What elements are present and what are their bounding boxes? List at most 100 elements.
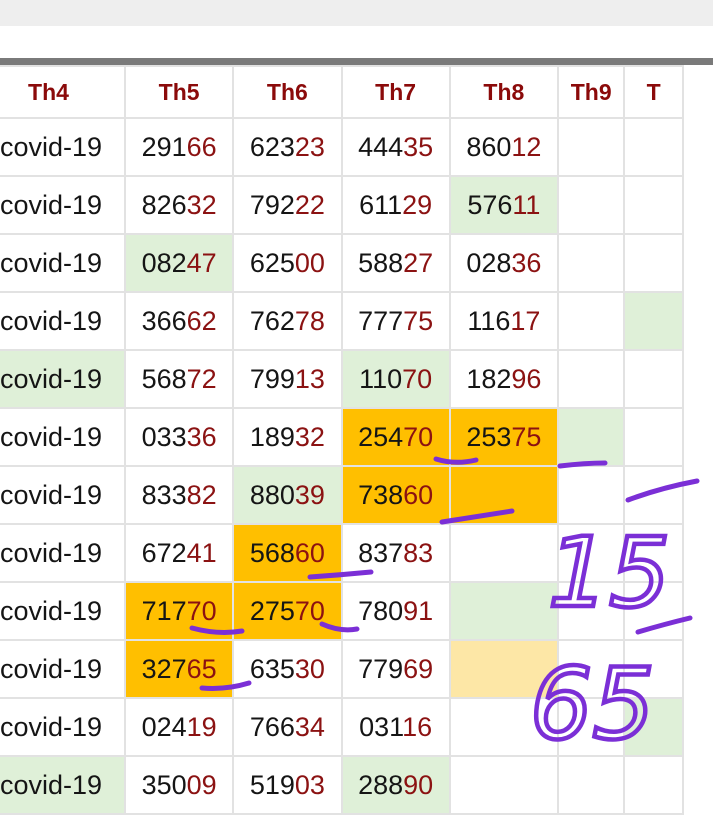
result-tail-digits: 70	[403, 421, 434, 452]
result-head-digits: 777	[358, 305, 404, 336]
result-tail-digits: 41	[186, 537, 217, 568]
result-tail-digits: 12	[511, 131, 542, 162]
column-header-th9[interactable]: Th9	[556, 65, 626, 119]
result-cell: 02836	[448, 233, 560, 293]
table-row: covid-19 03336 18932 25470 25375	[0, 407, 684, 467]
result-tail-digits: 75	[403, 305, 434, 336]
result-cell: 77775	[340, 291, 451, 351]
result-tail-digits: 19	[186, 711, 217, 742]
result-head-digits: 568	[141, 363, 187, 394]
row-label: covid-19	[0, 523, 126, 583]
result-tail-digits: 32	[186, 189, 217, 220]
result-tail-digits: 29	[402, 189, 433, 220]
result-head-digits: 116	[467, 305, 511, 336]
result-tail-digits: 70	[186, 595, 217, 626]
result-cell: 58827	[340, 233, 451, 293]
column-header-th7[interactable]: Th7	[340, 65, 451, 119]
result-cell: 25375	[448, 407, 560, 467]
result-cell	[556, 523, 626, 583]
result-head-digits: 625	[249, 247, 295, 278]
result-head-digits: 635	[249, 653, 295, 684]
result-cell	[448, 755, 560, 815]
page-spacer	[0, 26, 713, 58]
result-head-digits: 024	[141, 711, 187, 742]
result-tail-digits: 00	[294, 247, 325, 278]
column-header-th5[interactable]: Th5	[123, 65, 235, 119]
result-cell	[623, 697, 684, 757]
row-label: covid-19	[0, 755, 126, 815]
result-head-digits: 291	[141, 131, 187, 162]
result-cell	[556, 233, 626, 293]
result-cell: 61129	[340, 175, 451, 235]
table-row: covid-19 82632 79222 61129 57611	[0, 175, 684, 235]
result-tail-digits: 70	[402, 363, 433, 394]
result-cell: 77969	[340, 639, 451, 699]
result-cell: 18296	[448, 349, 560, 409]
column-header-th8[interactable]: Th8	[448, 65, 560, 119]
result-cell	[448, 639, 560, 699]
table-row: covid-19 67241 56860 83783	[0, 523, 684, 583]
column-header-th4[interactable]: Th4	[0, 65, 126, 119]
result-tail-digits: 36	[511, 247, 542, 278]
result-tail-digits: 91	[403, 595, 434, 626]
result-cell	[623, 581, 684, 641]
result-tail-digits: 09	[186, 769, 217, 800]
result-cell	[556, 755, 626, 815]
result-tail-digits: 66	[186, 131, 217, 162]
result-head-digits: 275	[249, 595, 295, 626]
result-tail-digits: 13	[294, 363, 325, 394]
result-head-digits: 880	[249, 479, 295, 510]
result-cell	[448, 697, 560, 757]
result-cell: 32765	[123, 639, 235, 699]
result-head-digits: 672	[141, 537, 187, 568]
result-cell	[448, 465, 560, 525]
result-head-digits: 033	[141, 421, 187, 452]
result-head-digits: 366	[141, 305, 187, 336]
result-head-digits: 717	[141, 595, 187, 626]
result-tail-digits: 60	[403, 479, 434, 510]
table-header-row: Th4 Th5 Th6 Th7 Th8 Th9 T	[0, 65, 684, 119]
result-tail-digits: 60	[294, 537, 325, 568]
result-cell	[623, 117, 684, 177]
results-table: Th4 Th5 Th6 Th7 Th8 Th9 T covid-19 29166 62323 44…	[0, 65, 684, 815]
result-head-digits: 519	[249, 769, 295, 800]
result-cell: 18932	[232, 407, 343, 467]
result-cell	[623, 465, 684, 525]
result-tail-digits: 30	[294, 653, 325, 684]
result-tail-digits: 03	[294, 769, 325, 800]
result-cell: 67241	[123, 523, 235, 583]
result-head-digits: 860	[466, 131, 512, 162]
column-header-t[interactable]: T	[623, 65, 684, 119]
result-cell: 63530	[232, 639, 343, 699]
column-header-th6[interactable]: Th6	[232, 65, 343, 119]
result-cell	[623, 639, 684, 699]
result-head-digits: 762	[249, 305, 295, 336]
result-cell: 62323	[232, 117, 343, 177]
table-row: covid-19 56872 79913 11070 18296	[0, 349, 684, 409]
result-tail-digits: 70	[294, 595, 325, 626]
result-cell: 28890	[340, 755, 451, 815]
result-cell: 78091	[340, 581, 451, 641]
table-row: covid-19 08247 62500 58827 02836	[0, 233, 684, 293]
result-cell: 62500	[232, 233, 343, 293]
row-label: covid-19	[0, 465, 126, 525]
result-head-digits: 588	[358, 247, 404, 278]
result-head-digits: 327	[141, 653, 187, 684]
result-head-digits: 738	[358, 479, 404, 510]
result-head-digits: 780	[358, 595, 404, 626]
result-cell: 83783	[340, 523, 451, 583]
result-head-digits: 110	[359, 363, 403, 394]
result-cell: 57611	[448, 175, 560, 235]
result-tail-digits: 27	[403, 247, 434, 278]
result-head-digits: 253	[466, 421, 512, 452]
result-tail-digits: 39	[294, 479, 325, 510]
result-head-digits: 444	[358, 131, 404, 162]
result-cell: 76278	[232, 291, 343, 351]
result-tail-digits: 62	[186, 305, 217, 336]
table-row: covid-19 71770 27570 78091	[0, 581, 684, 641]
result-head-digits: 779	[358, 653, 404, 684]
results-table-frame: Th4 Th5 Th6 Th7 Th8 Th9 T covid-19 29166 62323 44…	[0, 58, 713, 819]
result-head-digits: 254	[358, 421, 404, 452]
result-tail-digits: 72	[186, 363, 217, 394]
result-cell: 79913	[232, 349, 343, 409]
